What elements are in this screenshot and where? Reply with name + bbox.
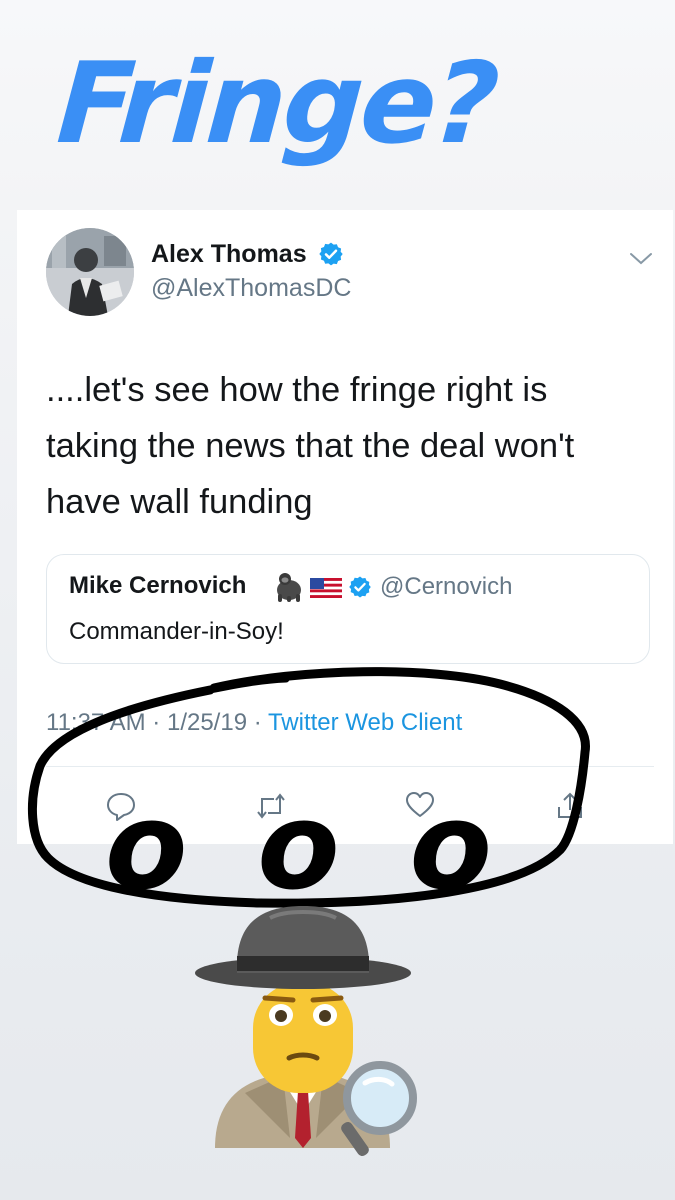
tweet-client-link[interactable]: Twitter Web Client	[268, 709, 462, 736]
verified-badge-icon	[319, 242, 343, 266]
quoted-tweet[interactable]	[46, 554, 650, 664]
sleuth-emoji	[195, 906, 417, 1157]
chevron-down-icon[interactable]	[628, 250, 654, 268]
us-flag-icon	[310, 578, 342, 598]
tweet-date[interactable]: 1/25/19	[167, 709, 247, 736]
ooo-letters: o o o	[105, 778, 506, 917]
avatar[interactable]	[46, 228, 134, 316]
meta-separator: ·	[253, 709, 262, 736]
author-name[interactable]: Alex Thomas	[151, 240, 307, 269]
quote-author-name: Mike Cernovich	[69, 572, 247, 599]
quote-text: Commander-in-Soy!	[69, 618, 284, 645]
author-handle[interactable]: @AlexThomasDC	[151, 274, 351, 303]
share-icon[interactable]	[553, 789, 587, 823]
tweet-text: ....let's see how the fringe right is ta…	[46, 371, 575, 521]
quote-author-handle: @Cernovich	[380, 573, 513, 600]
headline: Fringe?	[53, 39, 501, 169]
divider	[46, 766, 654, 767]
tweet-metadata: 11:37 AM · 1/25/19 · Twitter Web Client	[46, 709, 462, 737]
meta-separator: ·	[152, 709, 161, 736]
tweet-time: 11:37 AM	[46, 709, 146, 736]
gorilla-icon	[277, 573, 301, 602]
verified-badge-icon	[349, 576, 371, 598]
